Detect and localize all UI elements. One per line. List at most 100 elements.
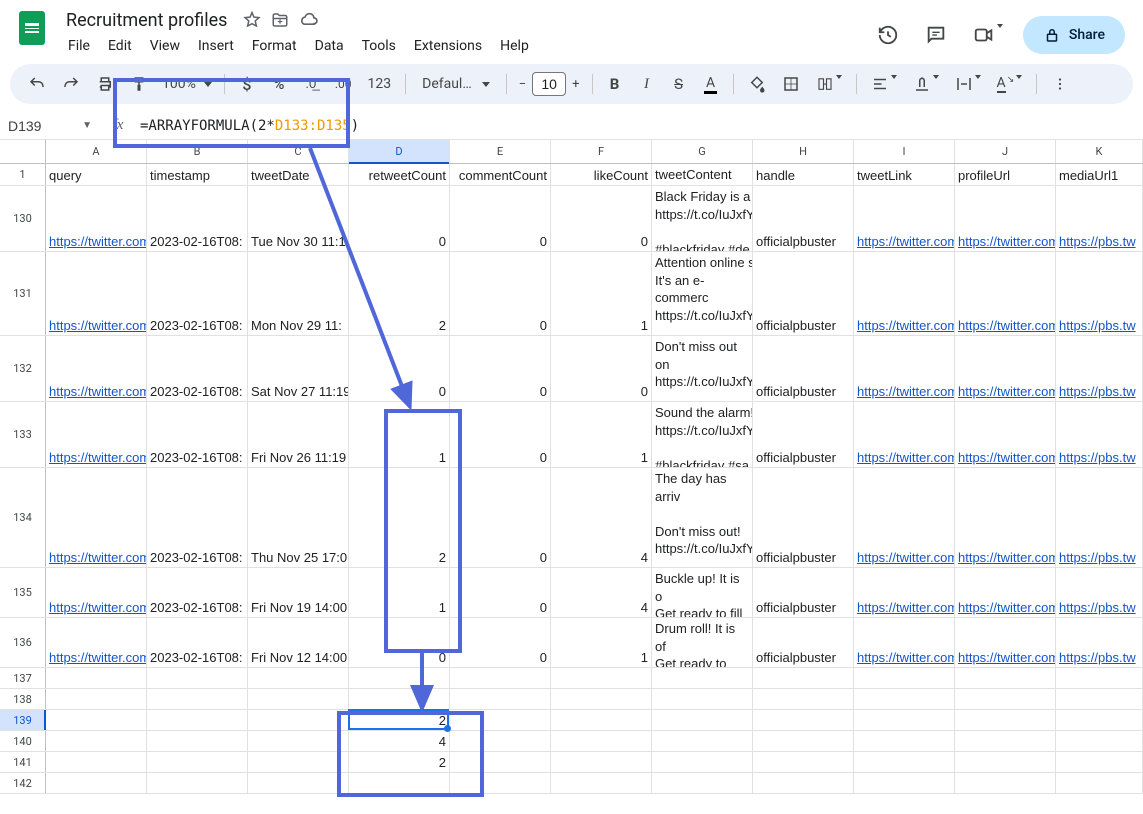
cell-B133[interactable]: 2023-02-16T08: bbox=[147, 402, 248, 467]
redo-icon[interactable] bbox=[56, 69, 86, 99]
cell-H135[interactable]: officialpbuster bbox=[753, 568, 854, 617]
font-size-decrease[interactable]: − bbox=[515, 73, 530, 96]
paint-format-icon[interactable] bbox=[124, 69, 154, 99]
menu-extensions[interactable]: Extensions bbox=[406, 34, 490, 58]
cell-A132[interactable]: https://twitter.com bbox=[46, 336, 147, 401]
spreadsheet-grid[interactable]: ABCDEFGHIJK1querytimestamptweetDateretwe… bbox=[0, 140, 1143, 794]
cell-K135[interactable]: https://pbs.tw bbox=[1056, 568, 1143, 617]
name-box[interactable]: D139 ▼ bbox=[0, 118, 100, 134]
cell-K131[interactable]: https://pbs.tw bbox=[1056, 252, 1143, 335]
cell-A136[interactable]: https://twitter.com bbox=[46, 618, 147, 667]
cell-B137[interactable] bbox=[147, 668, 248, 688]
cell-A141[interactable] bbox=[46, 752, 147, 772]
col-header-D[interactable]: D bbox=[349, 140, 450, 163]
cell-H141[interactable] bbox=[753, 752, 854, 772]
cell-I142[interactable] bbox=[854, 773, 955, 793]
cell-K130[interactable]: https://pbs.tw bbox=[1056, 186, 1143, 251]
cell-F132[interactable]: 0 bbox=[551, 336, 652, 401]
cell-F136[interactable]: 1 bbox=[551, 618, 652, 667]
row-header-130[interactable]: 130 bbox=[0, 186, 46, 251]
col-header-F[interactable]: F bbox=[551, 140, 652, 163]
cell-C131[interactable]: Mon Nov 29 11: bbox=[248, 252, 349, 335]
cell-H136[interactable]: officialpbuster bbox=[753, 618, 854, 667]
cell-D141[interactable]: 2 bbox=[349, 752, 450, 772]
cell-J135[interactable]: https://twitter.com bbox=[955, 568, 1056, 617]
cell-A134[interactable]: https://twitter.com bbox=[46, 468, 147, 567]
cell-B132[interactable]: 2023-02-16T08: bbox=[147, 336, 248, 401]
formula-input[interactable]: =ARRAYFORMULA(2*D133:D135) bbox=[136, 116, 1143, 136]
menu-tools[interactable]: Tools bbox=[354, 34, 404, 58]
cell-B134[interactable]: 2023-02-16T08: bbox=[147, 468, 248, 567]
cell-A130[interactable]: https://twitter.com bbox=[46, 186, 147, 251]
cell-H131[interactable]: officialpbuster bbox=[753, 252, 854, 335]
cell-G133[interactable]: Sound the alarm!https://t.co/IuJxfY#blac… bbox=[652, 402, 753, 467]
cell-A131[interactable]: https://twitter.com bbox=[46, 252, 147, 335]
cell-C135[interactable]: Fri Nov 19 14:00 bbox=[248, 568, 349, 617]
cell-H138[interactable] bbox=[753, 689, 854, 709]
cell-H1[interactable]: handle bbox=[753, 164, 854, 185]
cell-K134[interactable]: https://pbs.tw bbox=[1056, 468, 1143, 567]
cell-I136[interactable]: https://twitter.com bbox=[854, 618, 955, 667]
cell-B139[interactable] bbox=[147, 710, 248, 730]
cell-E138[interactable] bbox=[450, 689, 551, 709]
cell-E140[interactable] bbox=[450, 731, 551, 751]
cell-D142[interactable] bbox=[349, 773, 450, 793]
col-header-E[interactable]: E bbox=[450, 140, 551, 163]
more-toolbar-icon[interactable] bbox=[1045, 69, 1075, 99]
col-header-G[interactable]: G bbox=[652, 140, 753, 163]
cell-E135[interactable]: 0 bbox=[450, 568, 551, 617]
h-align-icon[interactable] bbox=[865, 69, 903, 99]
cell-E1[interactable]: commentCount bbox=[450, 164, 551, 185]
cell-E133[interactable]: 0 bbox=[450, 402, 551, 467]
cell-F131[interactable]: 1 bbox=[551, 252, 652, 335]
cell-J1[interactable]: profileUrl bbox=[955, 164, 1056, 185]
cell-A137[interactable] bbox=[46, 668, 147, 688]
zoom-select[interactable]: 100% bbox=[158, 72, 216, 96]
cell-K137[interactable] bbox=[1056, 668, 1143, 688]
cell-I135[interactable]: https://twitter.com bbox=[854, 568, 955, 617]
cell-A1[interactable]: query bbox=[46, 164, 147, 185]
cell-E136[interactable]: 0 bbox=[450, 618, 551, 667]
star-icon[interactable] bbox=[243, 11, 261, 29]
row-header-137[interactable]: 137 bbox=[0, 668, 46, 688]
col-header-H[interactable]: H bbox=[753, 140, 854, 163]
cell-F133[interactable]: 1 bbox=[551, 402, 652, 467]
row-header-132[interactable]: 132 bbox=[0, 336, 46, 401]
cell-K1[interactable]: mediaUrl1 bbox=[1056, 164, 1143, 185]
col-header-A[interactable]: A bbox=[46, 140, 147, 163]
move-icon[interactable] bbox=[271, 11, 289, 29]
row-header-131[interactable]: 131 bbox=[0, 252, 46, 335]
font-size-increase[interactable]: + bbox=[568, 73, 583, 96]
cell-K136[interactable]: https://pbs.tw bbox=[1056, 618, 1143, 667]
cell-A142[interactable] bbox=[46, 773, 147, 793]
meet-icon[interactable] bbox=[967, 18, 1009, 52]
font-size-input[interactable] bbox=[532, 72, 566, 96]
row-header-138[interactable]: 138 bbox=[0, 689, 46, 709]
cell-K133[interactable]: https://pbs.tw bbox=[1056, 402, 1143, 467]
v-align-icon[interactable] bbox=[907, 69, 945, 99]
cell-D1[interactable]: retweetCount bbox=[349, 164, 450, 185]
cell-K141[interactable] bbox=[1056, 752, 1143, 772]
cell-D132[interactable]: 0 bbox=[349, 336, 450, 401]
number-format-select[interactable]: 123 bbox=[362, 72, 398, 96]
italic-icon[interactable]: I bbox=[633, 70, 661, 99]
cell-D138[interactable] bbox=[349, 689, 450, 709]
cell-G137[interactable] bbox=[652, 668, 753, 688]
row-header-133[interactable]: 133 bbox=[0, 402, 46, 467]
doc-title[interactable]: Recruitment profiles bbox=[60, 8, 233, 33]
cell-H134[interactable]: officialpbuster bbox=[753, 468, 854, 567]
undo-icon[interactable] bbox=[22, 69, 52, 99]
cell-A139[interactable] bbox=[46, 710, 147, 730]
cell-E142[interactable] bbox=[450, 773, 551, 793]
cell-G140[interactable] bbox=[652, 731, 753, 751]
col-header-I[interactable]: I bbox=[854, 140, 955, 163]
cell-C130[interactable]: Tue Nov 30 11:1 bbox=[248, 186, 349, 251]
cell-I134[interactable]: https://twitter.com bbox=[854, 468, 955, 567]
cell-K140[interactable] bbox=[1056, 731, 1143, 751]
col-header-K[interactable]: K bbox=[1056, 140, 1143, 163]
history-icon[interactable] bbox=[871, 18, 905, 52]
cell-J138[interactable] bbox=[955, 689, 1056, 709]
cell-G130[interactable]: Black Friday is ahttps://t.co/IuJxfY#bla… bbox=[652, 186, 753, 251]
increase-decimal-icon[interactable]: .00 bbox=[329, 71, 358, 97]
cell-G131[interactable]: Attention online sIt's an e-commerchttps… bbox=[652, 252, 753, 335]
